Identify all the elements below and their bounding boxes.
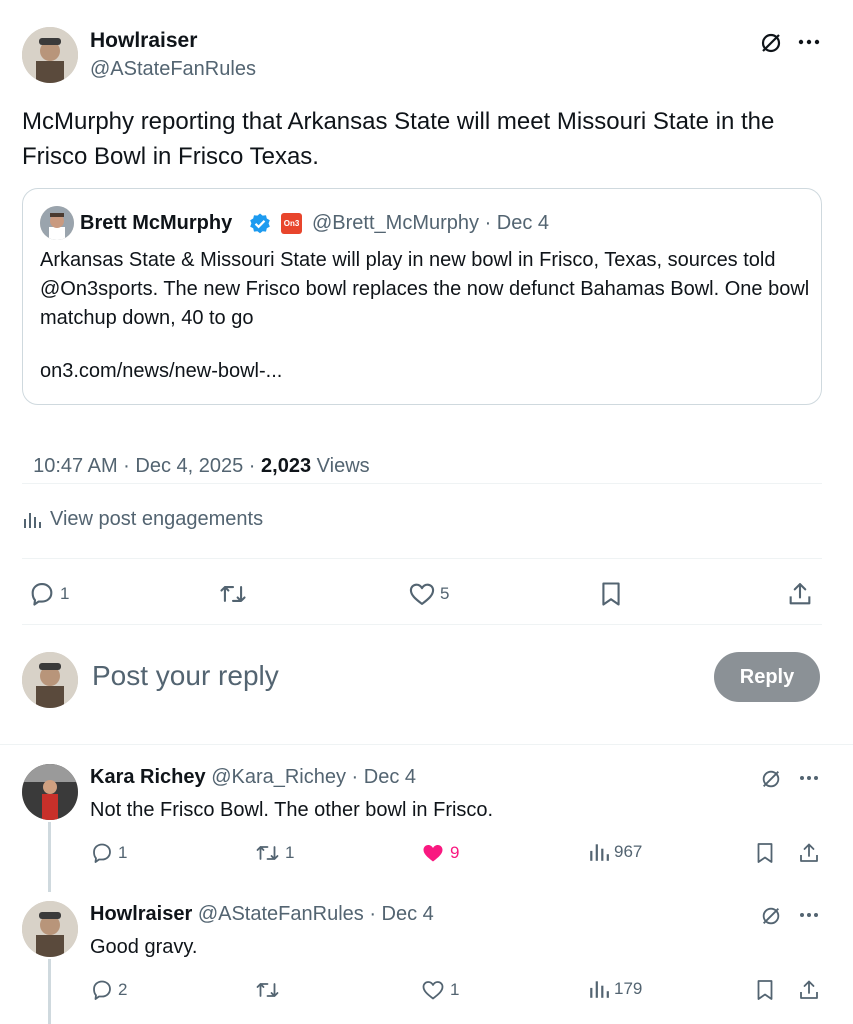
reply-input[interactable]: Post your reply	[92, 660, 692, 692]
quote-link[interactable]: on3.com/news/new-bowl-...	[40, 360, 282, 383]
like-action[interactable]: 5	[408, 580, 449, 608]
share-icon	[797, 978, 821, 1002]
post-meta: 10:47 AM · Dec 4, 2025 · 2,023 Views	[22, 432, 370, 478]
thread-line	[48, 959, 51, 1024]
reply-header: Kara Richey @Kara_Richey · Dec 4	[90, 766, 416, 789]
share-action[interactable]	[786, 580, 814, 608]
views-icon	[588, 841, 610, 863]
quote-author-name[interactable]: Brett McMurphy	[80, 212, 232, 235]
reply-button[interactable]: Reply	[714, 652, 820, 702]
divider	[22, 483, 822, 484]
reply-author-name[interactable]: Kara Richey	[90, 766, 206, 788]
grok-icon[interactable]	[757, 29, 785, 57]
author-avatar[interactable]	[22, 27, 78, 83]
reply-handle-date[interactable]: @AStateFanRules · Dec 4	[198, 903, 434, 925]
reply-author-avatar[interactable]	[22, 901, 78, 957]
post-timestamp[interactable]: 10:47 AM · Dec 4, 2025 ·	[33, 455, 261, 477]
heart-icon	[420, 978, 446, 1002]
more-icon[interactable]	[797, 903, 821, 927]
heart-filled-icon	[420, 841, 446, 865]
reply-action[interactable]: 1	[90, 841, 127, 865]
bookmark-action[interactable]	[753, 978, 777, 1002]
view-engagements-link[interactable]: View post engagements	[22, 508, 263, 531]
repost-count: 1	[285, 843, 295, 862]
quote-author-avatar[interactable]	[40, 206, 74, 240]
like-count: 9	[450, 843, 460, 862]
repost-icon	[254, 841, 281, 865]
affiliate-badge-icon: On3	[281, 213, 302, 234]
like-count: 5	[440, 584, 450, 603]
engagements-icon	[22, 510, 42, 530]
bookmark-action[interactable]	[753, 841, 777, 865]
repost-icon	[218, 580, 248, 608]
reply-text: Good gravy.	[90, 936, 198, 958]
views-icon	[588, 978, 610, 1000]
heart-icon	[408, 580, 436, 608]
grok-icon[interactable]	[758, 766, 784, 792]
share-action[interactable]	[797, 978, 821, 1002]
reply-count: 1	[118, 843, 128, 862]
repost-action[interactable]	[254, 978, 281, 1002]
bookmark-icon	[597, 580, 625, 608]
view-engagements-label: View post engagements	[50, 508, 264, 530]
repost-icon	[254, 978, 281, 1002]
reply-count: 1	[60, 584, 70, 603]
repost-action[interactable]	[218, 580, 248, 608]
like-count: 1	[450, 980, 460, 999]
post-text: McMurphy reporting that Arkansas State w…	[22, 108, 775, 170]
reply-action[interactable]: 2	[90, 978, 127, 1002]
author-name[interactable]: Howlraiser	[90, 29, 197, 53]
current-user-avatar	[22, 652, 78, 708]
views-action[interactable]: 967	[588, 841, 642, 863]
reply-icon	[28, 580, 56, 608]
more-icon[interactable]	[797, 766, 821, 790]
views-count: 2,023	[261, 455, 312, 477]
thread-line	[48, 822, 51, 892]
views-action[interactable]: 179	[588, 978, 642, 1000]
divider	[22, 558, 822, 559]
reply-text: Not the Frisco Bowl. The other bowl in F…	[90, 799, 494, 821]
share-icon	[797, 841, 821, 865]
reply-author-name[interactable]: Howlraiser	[90, 903, 192, 925]
affiliate-badge-label: On3	[283, 219, 300, 228]
views-count: 179	[614, 979, 643, 998]
reply-icon	[90, 841, 114, 865]
author-handle[interactable]: @AStateFanRules	[90, 58, 256, 81]
bookmark-icon	[753, 841, 777, 865]
views-label: Views	[311, 455, 370, 477]
divider	[22, 624, 822, 625]
repost-action[interactable]: 1	[254, 841, 294, 865]
reply-icon	[90, 978, 114, 1002]
views-count: 967	[614, 842, 643, 861]
reply-count: 2	[118, 980, 128, 999]
like-action[interactable]: 1	[420, 978, 459, 1002]
reply-action[interactable]: 1	[28, 580, 69, 608]
more-icon[interactable]	[796, 29, 822, 55]
reply-handle-date[interactable]: @Kara_Richey · Dec 4	[211, 766, 416, 788]
like-action[interactable]: 9	[420, 841, 459, 865]
verified-badge-icon	[248, 212, 272, 236]
bookmark-action[interactable]	[597, 580, 625, 608]
quote-handle-date[interactable]: @Brett_McMurphy · Dec 4	[312, 212, 549, 235]
quote-text: Arkansas State & Missouri State will pla…	[40, 249, 810, 329]
reply-header: Howlraiser @AStateFanRules · Dec 4	[90, 903, 434, 926]
reply-author-avatar[interactable]	[22, 764, 78, 820]
grok-icon[interactable]	[758, 903, 784, 929]
divider	[0, 744, 853, 745]
share-icon	[786, 580, 814, 608]
bookmark-icon	[753, 978, 777, 1002]
share-action[interactable]	[797, 841, 821, 865]
